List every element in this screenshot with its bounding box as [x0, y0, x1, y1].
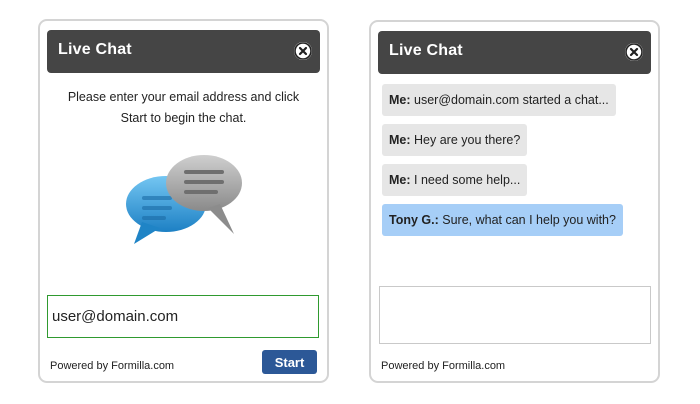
chat-bubbles-icon — [124, 152, 244, 252]
message-sender: Me: — [389, 93, 411, 107]
chat-title: Live Chat — [389, 42, 463, 59]
close-icon[interactable] — [294, 42, 312, 60]
powered-by-text: Powered by Formilla.com — [381, 360, 506, 372]
powered-by-text: Powered by Formilla.com — [50, 360, 175, 372]
intro-line-2: Start to begin the chat. — [120, 111, 247, 125]
chat-header: Live Chat — [378, 31, 651, 74]
intro-text: Please enter your email address and clic… — [40, 87, 327, 129]
message-text: I need some help... — [414, 173, 521, 187]
chat-header: Live Chat — [47, 30, 320, 73]
chat-message: Me: I need some help... — [382, 164, 528, 196]
live-chat-start-panel: Live Chat Please enter your email addres… — [38, 19, 329, 383]
intro-line-1: Please enter your email address and clic… — [67, 90, 300, 104]
message-sender: Tony G.: — [389, 213, 439, 227]
message-sender: Me: — [389, 133, 411, 147]
email-field[interactable] — [47, 295, 319, 338]
chat-message: Me: Hey are you there? — [382, 124, 528, 156]
close-icon[interactable] — [625, 43, 643, 61]
live-chat-conversation-panel: Live Chat Me: user@domain.com started a … — [369, 20, 660, 383]
message-text: Sure, what can I help you with? — [442, 213, 616, 227]
chat-message: Me: user@domain.com started a chat... — [382, 84, 616, 116]
message-text: user@domain.com started a chat... — [414, 93, 609, 107]
chat-title: Live Chat — [58, 41, 132, 58]
message-sender: Me: — [389, 173, 411, 187]
start-button[interactable]: Start — [262, 350, 317, 374]
chat-message-agent: Tony G.: Sure, what can I help you with? — [382, 204, 623, 236]
message-text: Hey are you there? — [414, 133, 521, 147]
message-input[interactable] — [379, 286, 651, 344]
